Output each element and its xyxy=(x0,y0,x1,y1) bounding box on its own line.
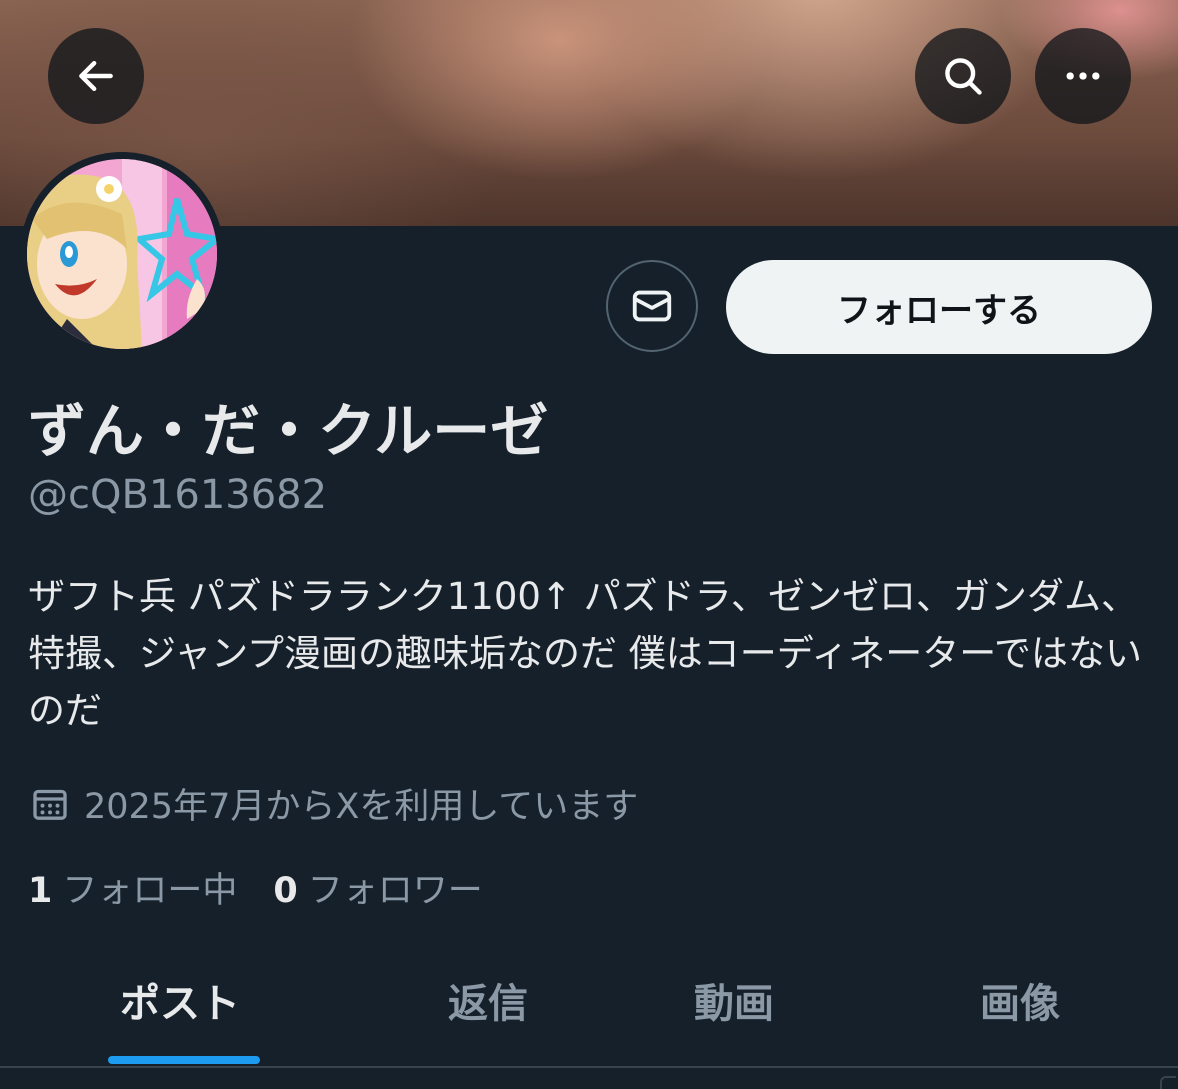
avatar-image xyxy=(27,159,217,349)
tab-replies[interactable]: 返信 xyxy=(368,940,608,1060)
timeline-area xyxy=(0,1068,1178,1089)
more-options-button[interactable] xyxy=(1035,28,1131,124)
tab-videos[interactable]: 動画 xyxy=(614,940,854,1060)
follow-stats: 1 フォロー中 0 フォロワー xyxy=(28,862,519,913)
calendar-icon xyxy=(33,789,67,820)
message-button[interactable] xyxy=(606,260,698,352)
timeline-edge xyxy=(1160,1076,1176,1089)
active-tab-indicator xyxy=(108,1056,260,1064)
user-handle: @cQB1613682 xyxy=(28,472,328,518)
search-icon xyxy=(945,58,982,95)
profile-bio: ザフト兵 パズドラランク1100↑ パズドラ、ゼンゼロ、ガンダム、特撮、ジャンプ… xyxy=(28,575,1142,732)
arrow-left-icon xyxy=(79,60,113,92)
join-date: 2025年7月からXを利用しています xyxy=(30,778,638,829)
display-name: ずん・だ・クルーゼ xyxy=(28,397,549,465)
tab-posts[interactable]: ポスト xyxy=(60,940,300,1060)
profile-page: フォローする ずん・だ・クルーゼ @cQB1613682 ザフト兵 パズドララン… xyxy=(0,0,1178,1089)
join-date-text: 2025年7月からXを利用しています xyxy=(84,787,639,827)
profile-tabs: ポスト 返信 動画 画像 xyxy=(0,940,1178,1066)
following-stat[interactable]: 1 フォロー中 xyxy=(28,862,237,913)
followers-label: フォロワー xyxy=(307,871,483,911)
following-count: 1 xyxy=(28,871,53,911)
mail-icon xyxy=(632,290,672,322)
avatar[interactable] xyxy=(20,152,224,356)
follow-button[interactable]: フォローする xyxy=(726,260,1152,354)
followers-stat[interactable]: 0 フォロワー xyxy=(273,862,482,913)
search-button[interactable] xyxy=(915,28,1011,124)
followers-count: 0 xyxy=(273,871,298,911)
more-horizontal-icon xyxy=(1066,72,1100,80)
tab-images[interactable]: 画像 xyxy=(900,940,1140,1060)
back-button[interactable] xyxy=(48,28,144,124)
following-label: フォロー中 xyxy=(62,871,238,911)
